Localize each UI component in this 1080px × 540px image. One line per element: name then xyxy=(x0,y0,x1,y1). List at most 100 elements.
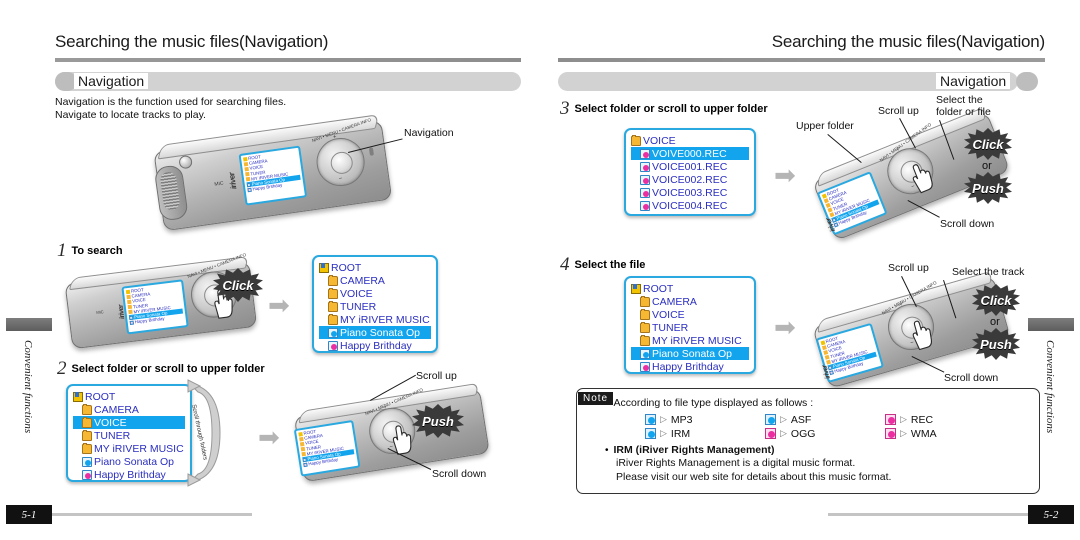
format-rec: ▷ REC xyxy=(885,414,1005,426)
side-tab-cap xyxy=(6,318,52,331)
folder-icon xyxy=(640,321,650,333)
screen-row[interactable]: MY iRIVER MUSIC xyxy=(319,313,431,326)
format-row-1: ▷ MP3 ▷ ASF ▷ REC xyxy=(605,414,1031,426)
click-burst-step1: Click xyxy=(213,268,263,302)
screen-row[interactable]: CAMERA xyxy=(631,295,749,308)
screen-row[interactable]: ROOT xyxy=(73,390,185,403)
screen-row[interactable]: VOICE002.REC xyxy=(631,173,749,186)
select-the-track-label: Select the track xyxy=(952,266,1025,278)
folder-icon xyxy=(328,287,338,299)
step-2-number: 2 xyxy=(57,358,67,379)
screen-row[interactable]: TUNER xyxy=(319,300,431,313)
mic-label: MIC xyxy=(214,180,225,188)
screen-row-label: CAMERA xyxy=(652,295,697,308)
device-screen-list: ROOT CAMERA VOICE TUNER MY iRIVER MUSIC Piano… xyxy=(241,148,304,194)
scroll-down-label-step2: Scroll down xyxy=(432,468,487,480)
screen-row[interactable]: Happy Brithday xyxy=(319,339,431,352)
note-tag: Note xyxy=(578,392,614,405)
irm-line-2: Please visit our web site for details ab… xyxy=(616,470,892,483)
folder-icon xyxy=(244,166,249,172)
screen-row-label: VOICE001.REC xyxy=(652,160,728,173)
folder-icon xyxy=(640,308,650,320)
screen-row[interactable]: TUNER xyxy=(73,429,185,442)
screen-row[interactable]: Piano Sonata Op xyxy=(631,347,749,360)
screen-row[interactable]: Piano Sonata Op xyxy=(73,455,185,468)
page-number-right: 5-2 xyxy=(1028,505,1074,524)
music-file-icon-magenta xyxy=(129,320,135,325)
format-mp3: ▷ MP3 xyxy=(645,414,765,426)
music-file-icon xyxy=(128,315,134,320)
screen-row[interactable]: Piano Sonata Op xyxy=(319,326,431,339)
step-1-heading: 1 To search xyxy=(57,240,123,262)
click-burst-step3: Click xyxy=(964,128,1012,160)
format-label: IRM xyxy=(670,427,691,440)
section-label: Navigation xyxy=(936,73,1011,89)
wma-file-icon xyxy=(885,428,896,439)
section-label: Navigation xyxy=(74,73,149,89)
screen-row[interactable]: TUNER xyxy=(631,321,749,334)
irm-title: IRM (iRiver Rights Management) xyxy=(613,443,775,456)
format-irm: ▷ IRM xyxy=(645,428,765,440)
scroll-down-label-step3: Scroll down xyxy=(940,218,995,230)
folder-icon xyxy=(82,416,92,428)
root-icon xyxy=(242,156,248,162)
device-screen-list: ROOT CAMERA VOICE TUNER MY iRIVER MUSIC Piano… xyxy=(296,422,357,469)
screen-row-label: VOICE xyxy=(652,308,685,321)
step-2-text: Select folder or scroll to upper folder xyxy=(71,363,265,375)
screen-row[interactable]: VOICE003.REC xyxy=(631,186,749,199)
root-icon xyxy=(125,289,131,294)
scroll-up-label-step4: Scroll up xyxy=(888,262,929,274)
scroll-loop-arrow xyxy=(186,378,234,488)
music-file-icon xyxy=(82,456,92,467)
rec-file-icon xyxy=(640,174,650,185)
or-label-step3: or xyxy=(982,160,992,172)
ogg-file-icon xyxy=(765,428,776,439)
screen-step3: VOICE VOIVE000.REC VOICE001.REC VOICE002.RE… xyxy=(624,128,756,216)
page-title: Searching the music files(Navigation) xyxy=(55,32,329,51)
upper-folder-label: Upper folder xyxy=(796,120,854,132)
screen-row-label: ROOT xyxy=(85,390,116,403)
folder-icon xyxy=(640,334,650,346)
or-label-step4: or xyxy=(990,316,1000,328)
screen-row[interactable]: VOICE xyxy=(319,287,431,300)
page-number-left: 5-1 xyxy=(6,505,52,524)
screen-row[interactable]: VOICE xyxy=(631,134,749,147)
screen-row-label: TUNER xyxy=(340,300,377,313)
rec-file-icon xyxy=(640,200,650,211)
wheel-minus-icon: − xyxy=(338,175,343,183)
root-icon xyxy=(631,283,641,294)
screen-row[interactable]: ROOT xyxy=(319,261,431,274)
music-file-icon-magenta xyxy=(247,187,252,193)
navigation-wheel-center[interactable] xyxy=(329,150,355,176)
screen-row[interactable]: Happy Brithday xyxy=(631,360,749,373)
screen-row[interactable]: ROOT xyxy=(631,282,749,295)
music-file-icon xyxy=(640,348,650,359)
right-page: Searching the music files(Navigation) Na… xyxy=(540,0,1080,540)
folder-icon xyxy=(82,429,92,441)
screen-row[interactable]: CAMERA xyxy=(319,274,431,287)
screen-row-label: Happy Brithday xyxy=(340,339,412,352)
screen-row[interactable]: Happy Brithday xyxy=(73,468,185,481)
step-4-number: 4 xyxy=(560,254,570,275)
screen-row[interactable]: VOICE001.REC xyxy=(631,160,749,173)
screen-step2: ROOT CAMERA VOICE TUNER MY iRIVER MUSIC Piano… xyxy=(66,384,192,482)
scroll-up-label-step3: Scroll up xyxy=(878,105,919,117)
screen-row[interactable]: VOICE xyxy=(73,416,185,429)
step-1-text: To search xyxy=(71,245,123,257)
footer-rule-right xyxy=(828,513,1028,516)
device-screen: ROOT CAMERA VOICE TUNER MY iRIVER MUSIC Piano… xyxy=(238,145,308,206)
screen-row-label: Piano Sonata Op xyxy=(94,455,174,468)
screen-row[interactable]: VOICE004.REC xyxy=(631,199,749,212)
screen-list: VOICE VOIVE000.REC VOICE001.REC VOICE002.RE… xyxy=(631,134,749,212)
screen-row[interactable]: CAMERA xyxy=(73,403,185,416)
screen-row[interactable]: MY iRIVER MUSIC xyxy=(631,334,749,347)
screen-row[interactable]: MY iRIVER MUSIC xyxy=(73,442,185,455)
screen-row[interactable]: VOIVE000.REC xyxy=(631,147,749,160)
device-screen: ROOT CAMERA VOICE TUNER MY iRIVER MUSIC Piano… xyxy=(121,279,189,335)
note-line-1: According to file type displayed as foll… xyxy=(613,397,814,409)
side-tab-cap xyxy=(1028,318,1074,331)
root-icon xyxy=(319,262,329,273)
screen-row[interactable]: VOICE xyxy=(631,308,749,321)
triangle-icon: ▷ xyxy=(780,414,787,424)
music-file-icon xyxy=(302,457,307,462)
